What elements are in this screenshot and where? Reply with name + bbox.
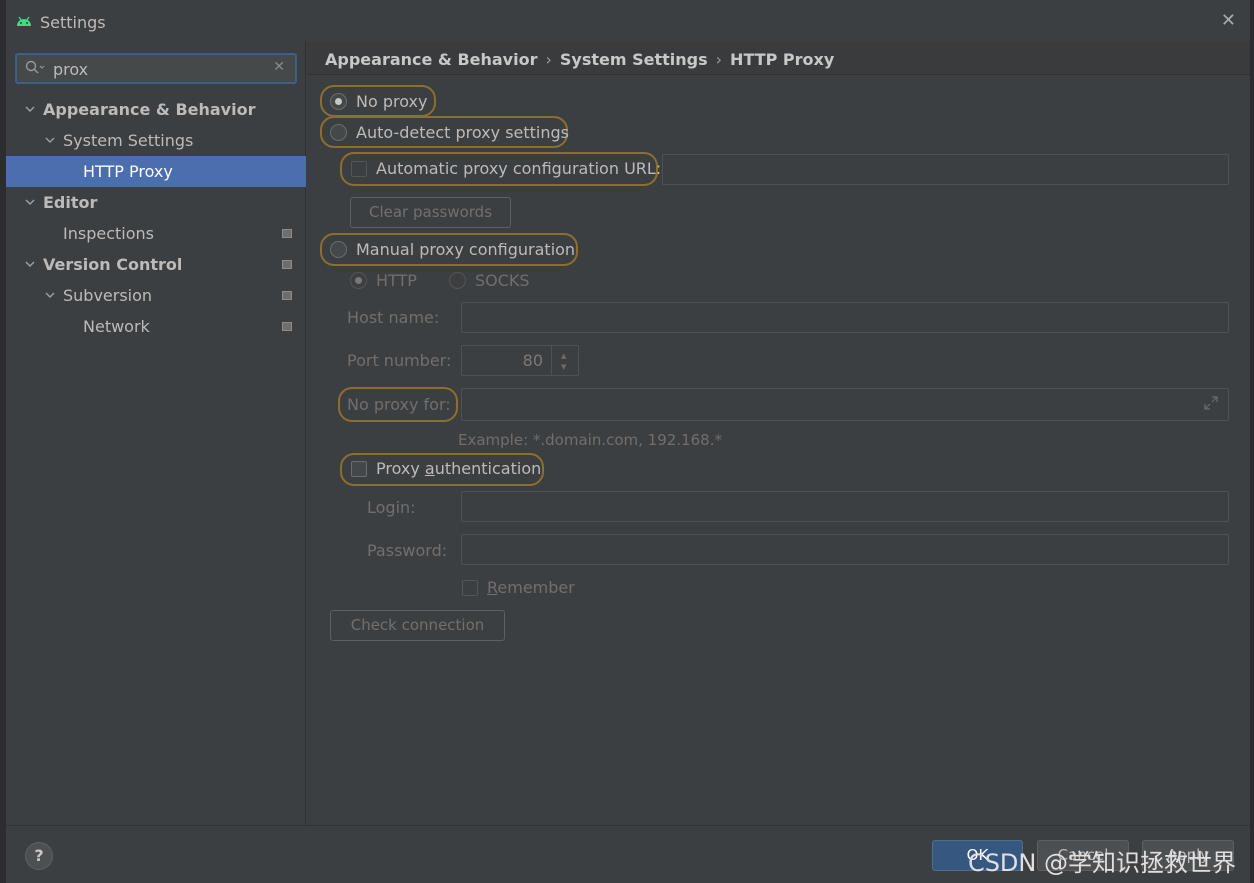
mnemonic-letter: a bbox=[424, 459, 435, 478]
settings-sidebar: ✕ Appearance & Behavior System Settings … bbox=[6, 42, 306, 825]
proxy-authentication-label[interactable]: Proxy authentication bbox=[376, 459, 541, 478]
port-stepper[interactable]: ▲ ▼ bbox=[551, 346, 578, 375]
auto-config-url-checkbox[interactable] bbox=[351, 161, 367, 177]
login-input[interactable] bbox=[461, 491, 1229, 522]
password-label: Password: bbox=[367, 541, 448, 560]
label-part: uthentication bbox=[434, 459, 542, 478]
label-part: emember bbox=[497, 578, 575, 597]
project-scope-icon bbox=[282, 260, 292, 269]
project-scope-icon bbox=[282, 322, 292, 331]
auto-detect-radio[interactable] bbox=[330, 124, 347, 141]
search-input[interactable] bbox=[53, 59, 253, 79]
auto-detect-label[interactable]: Auto-detect proxy settings bbox=[356, 123, 569, 142]
breadcrumb-bar: Appearance & Behavior › System Settings › HT… bbox=[307, 42, 1250, 75]
tree-item-label: System Settings bbox=[63, 131, 194, 150]
auto-config-url-label: Automatic proxy configuration URL: bbox=[376, 159, 662, 178]
tree-item-label: Network bbox=[83, 317, 150, 336]
manual-proxy-radio[interactable] bbox=[330, 241, 347, 258]
port-number-value: 80 bbox=[522, 351, 543, 370]
breadcrumb-separator: › bbox=[715, 50, 723, 69]
remember-label: Remember bbox=[487, 578, 575, 597]
tree-item-label: Version Control bbox=[43, 255, 183, 274]
help-button[interactable]: ? bbox=[25, 842, 53, 870]
tree-item-http-proxy[interactable]: HTTP Proxy bbox=[6, 156, 306, 187]
title-bar: Settings ✕ bbox=[6, 0, 1250, 42]
breadcrumb: Appearance & Behavior › System Settings › HT… bbox=[325, 50, 834, 69]
tree-item-label: Editor bbox=[43, 193, 98, 212]
port-number-spinner[interactable]: 80 ▲ ▼ bbox=[461, 345, 579, 376]
password-input[interactable] bbox=[461, 534, 1229, 565]
expand-icon[interactable] bbox=[1203, 395, 1219, 415]
project-scope-icon bbox=[282, 291, 292, 300]
port-number-label: Port number: bbox=[347, 351, 452, 370]
breadcrumb-separator: › bbox=[545, 50, 552, 69]
watermark-text: CSDN @学知识拯救世界 bbox=[967, 849, 1236, 877]
spinner-down-icon[interactable]: ▼ bbox=[561, 363, 566, 371]
tree-item-label: Subversion bbox=[63, 286, 153, 305]
no-proxy-for-input[interactable] bbox=[461, 388, 1229, 421]
login-label: Login: bbox=[367, 498, 416, 517]
settings-search[interactable]: ✕ bbox=[15, 53, 297, 84]
tree-item-network[interactable]: Network bbox=[6, 311, 306, 342]
no-proxy-label[interactable]: No proxy bbox=[356, 92, 427, 111]
android-icon bbox=[17, 16, 31, 26]
mnemonic-letter: R bbox=[487, 578, 498, 597]
http-radio[interactable] bbox=[350, 272, 367, 289]
clear-search-icon[interactable]: ✕ bbox=[273, 59, 285, 75]
tree-item-version-control[interactable]: Version Control bbox=[6, 249, 306, 280]
tree-item-label: Inspections bbox=[63, 224, 154, 243]
check-connection-button[interactable]: Check connection bbox=[330, 610, 505, 641]
host-name-input[interactable] bbox=[461, 302, 1229, 333]
window-title: Settings bbox=[40, 13, 106, 32]
spinner-up-icon[interactable]: ▲ bbox=[561, 352, 566, 360]
dialog-footer: ? OK Cancel Apply CSDN @学知识拯救世界 bbox=[6, 825, 1250, 883]
tree-item-editor[interactable]: Editor bbox=[6, 187, 306, 218]
close-icon[interactable]: ✕ bbox=[1221, 10, 1236, 31]
settings-tree: Appearance & Behavior System Settings HT… bbox=[6, 94, 306, 342]
no-proxy-for-label: No proxy for: bbox=[347, 395, 451, 414]
search-icon bbox=[25, 60, 45, 80]
breadcrumb-item: Appearance & Behavior bbox=[325, 50, 538, 69]
manual-proxy-label[interactable]: Manual proxy configuration bbox=[356, 240, 575, 259]
settings-content: Appearance & Behavior › System Settings › HT… bbox=[307, 42, 1250, 825]
breadcrumb-item: HTTP Proxy bbox=[730, 50, 835, 69]
tree-item-label: HTTP Proxy bbox=[83, 162, 173, 181]
no-proxy-radio[interactable] bbox=[330, 93, 347, 110]
tree-item-inspections[interactable]: Inspections bbox=[6, 218, 306, 249]
background-window-edge-right bbox=[1250, 0, 1254, 883]
socks-label: SOCKS bbox=[475, 271, 530, 290]
breadcrumb-item: System Settings bbox=[559, 50, 708, 69]
tree-item-system-settings[interactable]: System Settings bbox=[6, 125, 306, 156]
socks-radio[interactable] bbox=[449, 272, 466, 289]
host-name-label: Host name: bbox=[347, 308, 440, 327]
tree-item-subversion[interactable]: Subversion bbox=[6, 280, 306, 311]
auto-config-url-input[interactable] bbox=[662, 154, 1229, 185]
http-label: HTTP bbox=[376, 271, 417, 290]
tree-item-label: Appearance & Behavior bbox=[43, 100, 256, 119]
settings-dialog: Settings ✕ ✕ Appearance & Behavior Syste… bbox=[6, 0, 1250, 883]
proxy-authentication-checkbox[interactable] bbox=[351, 461, 367, 477]
label-part: Proxy bbox=[376, 459, 425, 478]
project-scope-icon bbox=[282, 229, 292, 238]
tree-item-appearance-behavior[interactable]: Appearance & Behavior bbox=[6, 94, 306, 125]
clear-passwords-button[interactable]: Clear passwords bbox=[350, 197, 511, 228]
remember-checkbox[interactable] bbox=[462, 580, 478, 596]
no-proxy-example: Example: *.domain.com, 192.168.* bbox=[458, 431, 722, 449]
